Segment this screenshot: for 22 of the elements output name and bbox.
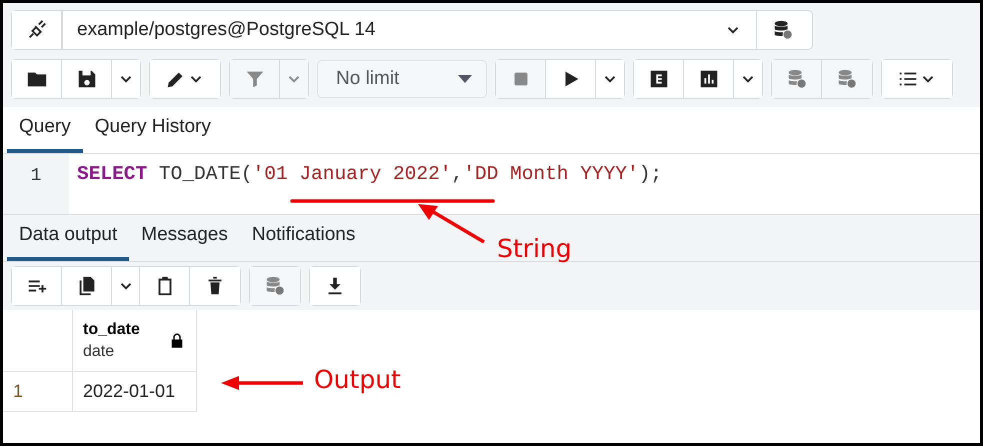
database-icon	[772, 19, 794, 41]
result-tab[interactable]: Notifications	[240, 215, 368, 261]
line-number: 1	[30, 166, 42, 188]
column-name: to_date	[83, 320, 140, 338]
open-file-button[interactable]	[12, 60, 62, 98]
code-line: SELECT TO_DATE('01 January 2022','DD Month YYYY');	[77, 163, 662, 185]
query-tab[interactable]: Query History	[82, 107, 223, 153]
result-tab[interactable]: Messages	[129, 215, 240, 261]
row-number: 1	[3, 372, 73, 412]
annotation-label: Output	[314, 365, 401, 394]
arrow-icon	[416, 202, 486, 244]
arrow-icon	[219, 375, 305, 391]
table-cell: 2022-01-01	[73, 372, 197, 412]
add-row-button[interactable]	[12, 267, 62, 305]
explain-button[interactable]	[634, 60, 684, 98]
commit-button[interactable]	[772, 60, 822, 98]
annotation-label: String	[497, 234, 572, 263]
column-type: date	[83, 342, 116, 360]
filter-button[interactable]	[230, 60, 280, 98]
plug-icon[interactable]	[12, 11, 62, 49]
caret-icon	[458, 75, 472, 83]
limit-select[interactable]: No limit	[317, 60, 487, 98]
